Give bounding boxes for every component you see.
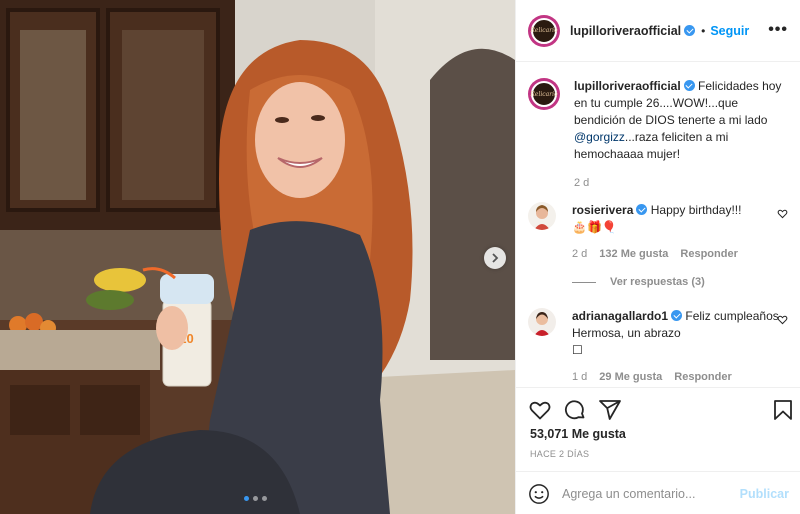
carousel-dot [253,496,258,501]
share-icon[interactable] [598,398,622,422]
separator-dot: • [701,23,706,38]
comment-emoji: 🎂🎁🎈 [572,220,617,234]
comment-text: Happy birthday!!! [647,203,742,217]
comments-list[interactable]: Relicario lupilloriveraofficial Felicida… [516,62,800,387]
commenter-username[interactable]: rosierivera [572,203,633,217]
comment-emoji: ☐ [572,343,583,357]
verified-icon [683,80,695,91]
commenter-username[interactable]: adrianagallardo1 [572,309,668,323]
heart-icon[interactable] [528,398,552,422]
caption-time[interactable]: 2 d [574,177,589,189]
comment-icon[interactable] [563,398,587,422]
carousel-indicator [244,496,267,501]
caption-mention[interactable]: @gorgizz [574,130,625,144]
reply-button[interactable]: Responder [680,248,737,260]
author-avatar[interactable]: Relicario [528,14,560,47]
avatar-logo-text: Relicario [530,81,558,107]
like-comment-icon[interactable] [777,208,788,219]
avatar-logo-text: Relicario [530,17,558,44]
comment-meta: 1 d 29 Me gusta Responder [572,369,790,386]
post-caption: Relicario lupilloriveraofficial Felicida… [528,78,790,192]
more-options-icon[interactable]: ••• [768,22,788,38]
commenter-avatar[interactable] [528,202,556,230]
instagram-post-modal: 310 Relicario lupilloriveraofficial • Se… [0,0,800,514]
post-image: 310 [0,0,515,514]
post-sidebar: Relicario lupilloriveraofficial • Seguir… [515,0,800,514]
caption-avatar[interactable]: Relicario [528,78,560,110]
carousel-dot [244,496,249,501]
comment-item: adrianagallardo1 Feliz cumpleaños Hermos… [528,308,790,386]
like-comment-icon[interactable] [777,314,788,325]
publish-button[interactable]: Publicar [740,487,789,501]
comment-body: rosierivera Happy birthday!!! 🎂🎁🎈 2 d 132… [572,202,741,263]
comment-likes[interactable]: 132 Me gusta [599,248,668,260]
caption-username[interactable]: lupilloriveraofficial [574,79,681,93]
action-icons [516,388,800,430]
verified-icon [671,310,683,321]
chevron-right-icon [492,253,499,263]
carousel-dot [262,496,267,501]
comment-meta: 2 d 132 Me gusta Responder [572,246,741,263]
like-count[interactable]: 53,071 Me gusta [530,427,626,441]
post-header: Relicario lupilloriveraofficial • Seguir… [516,0,800,62]
view-replies-button[interactable]: Ver respuestas (3) [572,276,705,288]
comment-likes[interactable]: 29 Me gusta [599,371,662,383]
comment-body: adrianagallardo1 Feliz cumpleaños Hermos… [572,308,790,386]
caption-meta: 2 d [574,175,790,192]
reply-button[interactable]: Responder [674,371,731,383]
author-username[interactable]: lupilloriveraofficial [570,24,681,38]
comment-input[interactable] [562,486,732,501]
verified-icon [636,204,648,215]
view-replies-label: Ver respuestas (3) [610,276,705,288]
commenter-avatar[interactable] [528,308,556,336]
carousel-next-button[interactable] [484,247,506,269]
comment-time[interactable]: 1 d [572,371,587,383]
post-photo[interactable]: 310 [0,0,515,514]
comment-time[interactable]: 2 d [572,248,587,260]
verified-icon [684,25,696,36]
follow-button[interactable]: Seguir [710,24,749,38]
post-actions: 53,071 Me gusta HACE 2 DÍAS Publicar [516,387,800,504]
add-comment-bar: Publicar [516,471,800,514]
caption-body: lupilloriveraofficial Felicidades hoy en… [574,78,790,192]
post-timestamp[interactable]: HACE 2 DÍAS [530,449,589,459]
emoji-icon[interactable] [528,483,550,505]
save-icon[interactable] [771,398,795,422]
comment-item: rosierivera Happy birthday!!! 🎂🎁🎈 2 d 132… [528,202,790,263]
